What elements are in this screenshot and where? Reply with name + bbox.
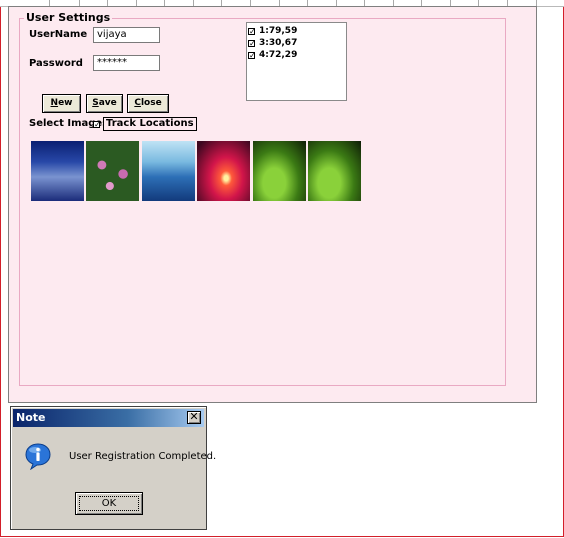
checkbox-checked-icon[interactable]: ✓ <box>248 39 256 47</box>
image-thumbnail-blue-hills[interactable] <box>142 141 195 201</box>
group-title: User Settings <box>24 11 113 24</box>
image-thumbnail-pink-flowers[interactable] <box>86 141 139 201</box>
save-button[interactable]: Save <box>86 94 123 113</box>
track-locations-label: Track Locations <box>103 117 197 131</box>
password-label: Password <box>29 58 83 69</box>
close-button[interactable]: Close <box>127 94 169 113</box>
image-thumbnail-green-leaf[interactable] <box>253 141 306 201</box>
checkbox-checked-icon[interactable]: ✓ <box>93 120 101 128</box>
user-settings-window: User Settings UserName vijaya Password *… <box>8 6 537 403</box>
dialog-titlebar[interactable]: Note ✕ <box>13 409 204 427</box>
location-item[interactable]: ✓ 1:79,59 <box>248 25 346 37</box>
ok-button[interactable]: OK <box>75 492 143 515</box>
info-icon <box>25 443 51 470</box>
checkbox-checked-icon[interactable]: ✓ <box>248 27 256 35</box>
image-thumbnail-red-sunset[interactable] <box>197 141 250 201</box>
image-thumbnail-frost-landscape[interactable] <box>31 141 84 201</box>
track-locations-checkbox[interactable]: ✓ Track Locations <box>93 117 197 131</box>
locations-checklist[interactable]: ✓ 1:79,59 ✓ 3:30,67 ✓ 4:72,29 <box>246 22 347 101</box>
username-field[interactable]: vijaya <box>93 27 160 43</box>
username-label: UserName <box>29 29 88 40</box>
checkbox-checked-icon[interactable]: ✓ <box>248 51 256 59</box>
dialog-message: User Registration Completed. <box>69 451 217 462</box>
new-button-label: ew <box>58 98 73 108</box>
close-icon[interactable]: ✕ <box>187 411 201 424</box>
save-button-label: ave <box>98 98 117 108</box>
close-button-mnemonic: C <box>134 98 141 108</box>
password-field[interactable]: ****** <box>93 55 160 71</box>
image-thumbnail-green-leaf-2[interactable] <box>308 141 361 201</box>
location-item[interactable]: ✓ 4:72,29 <box>248 49 346 61</box>
close-button-label: lose <box>140 98 162 108</box>
focus-rectangle <box>79 496 139 511</box>
new-button-mnemonic: N <box>50 98 59 108</box>
new-button[interactable]: New <box>42 94 81 113</box>
user-settings-group: User Settings UserName vijaya Password *… <box>19 11 506 386</box>
note-dialog: Note ✕ User Registration Completed. OK <box>10 406 216 530</box>
location-item[interactable]: ✓ 3:30,67 <box>248 37 346 49</box>
dialog-title: Note <box>16 411 46 424</box>
